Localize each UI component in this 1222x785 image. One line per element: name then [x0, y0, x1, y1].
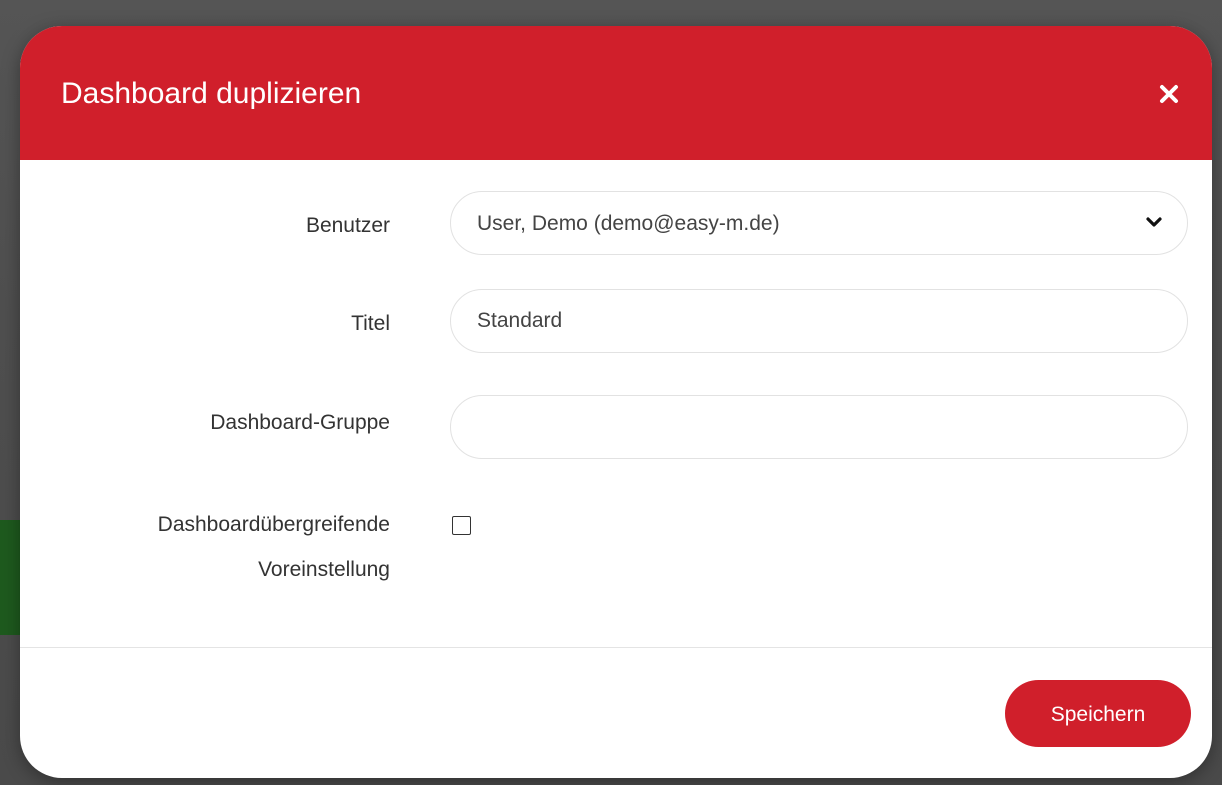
global-default-checkbox[interactable] — [452, 516, 471, 535]
dashboard-group-field — [450, 395, 1188, 459]
title-label: Titel — [351, 312, 390, 335]
global-default-label-line2: Voreinstellung — [258, 558, 390, 581]
title-field — [450, 289, 1188, 353]
user-label: Benutzer — [305, 214, 390, 237]
chevron-down-icon — [1146, 217, 1162, 227]
dashboard-group-input[interactable] — [451, 396, 1187, 458]
title-input[interactable] — [451, 290, 1187, 352]
close-icon — [1160, 85, 1178, 103]
user-select-value: User, Demo (demo@easy-m.de) — [477, 212, 780, 235]
close-button[interactable] — [1156, 81, 1182, 107]
global-default-label-line1: Dashboardübergreifende — [157, 513, 390, 536]
footer-divider — [20, 647, 1212, 648]
save-button[interactable]: Speichern — [1005, 680, 1191, 747]
duplicate-dashboard-dialog: Dashboard duplizieren Benutzer User, Dem… — [20, 26, 1212, 778]
backdrop-element — [0, 520, 20, 635]
dashboard-group-label: Dashboard-Gruppe — [210, 411, 390, 434]
dialog-title: Dashboard duplizieren — [61, 77, 362, 110]
dialog-header: Dashboard duplizieren — [20, 26, 1212, 160]
user-select[interactable]: User, Demo (demo@easy-m.de) — [450, 191, 1188, 255]
